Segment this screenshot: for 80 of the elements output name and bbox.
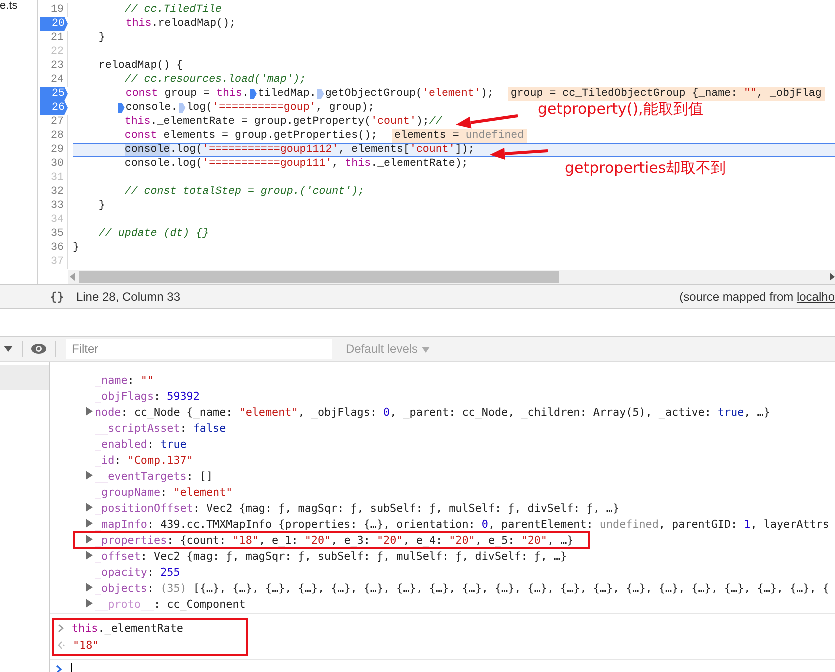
code-text: } <box>73 241 80 255</box>
annotation-text: getproperties却取不到 <box>565 159 726 178</box>
code-text: console.log('===========goup1112', elements['count']); <box>124 143 475 157</box>
line-number[interactable]: 23 <box>38 59 68 73</box>
code-text: // cc.TiledTile <box>124 3 222 17</box>
code-text: } <box>98 31 106 45</box>
inline-value: elements = undefined <box>392 129 528 143</box>
expand-arrow-icon[interactable] <box>86 534 93 544</box>
annotation-arrow <box>456 114 518 129</box>
file-tree-item[interactable]: e.ts <box>0 0 37 12</box>
property-text: _opacity: 255 <box>95 566 180 578</box>
line-number[interactable]: 29 <box>38 143 68 157</box>
property-text[interactable]: __eventTargets: [] <box>95 470 214 482</box>
expand-arrow-icon[interactable] <box>86 406 93 416</box>
expand-arrow-icon[interactable] <box>86 582 93 592</box>
prompt-chevron-icon <box>56 664 62 672</box>
annotation-text: getproperty(),能取到值 <box>538 100 704 119</box>
line-number[interactable]: 35 <box>38 227 68 241</box>
line-number[interactable]: 36 <box>38 241 68 255</box>
inline-value: group = cc_TiledObjectGroup {_name: "", _objFlag <box>508 87 825 101</box>
command-text: this._elementRate <box>72 622 184 635</box>
expand-arrow-icon[interactable] <box>86 502 93 512</box>
breakpoint-line-number[interactable]: 26 <box>40 101 68 115</box>
source-map-label: (source mapped from <box>680 290 795 304</box>
input-chevron-icon <box>58 624 64 633</box>
caret-icon <box>422 346 430 352</box>
code-text: const group = this. <box>126 87 249 101</box>
property-text[interactable]: __proto__: cc_Component <box>95 598 246 610</box>
code-text: this.reloadMap(); <box>126 17 236 31</box>
line-number[interactable]: 30 <box>38 157 68 171</box>
console-result: "18" <box>73 639 100 652</box>
inline-breakpoint-icon[interactable] <box>250 89 257 99</box>
code-text: tiledMap. <box>258 87 316 101</box>
eye-icon[interactable] <box>31 343 47 355</box>
property-text[interactable]: node: cc_Node {_name: "element", _objFlags: 0, _parent: cc_Node, _children: Array(5), _active: true, …} <box>95 406 770 418</box>
breakpoint-line-number[interactable]: 20 <box>40 17 68 31</box>
filter-field[interactable]: Filter <box>66 339 332 359</box>
property-text[interactable]: _positionOffset: Vec2 {mag: ƒ, magSqr: ƒ, subSelf: ƒ, mulSelf: ƒ, divSelf: ƒ, …} <box>95 502 620 514</box>
property-text[interactable]: _objects: (35) [{…}, {…}, {…}, {…}, {…}, {…}, {…}, {…}, {…}, {…}, {…}, {…}, {…}, {…}, {…}, {…}, {…}, {…}, {…}, { <box>95 582 830 594</box>
property-text[interactable]: _properties: {count: "18", e_1: "20", e_3: "20", e_4: "20", e_5: "20", …} <box>95 534 574 546</box>
scroll-right-icon[interactable] <box>829 272 835 282</box>
code-text: // cc.resources.load('map'); <box>124 73 306 87</box>
code-text: const elements = group.getProperties(); <box>124 129 378 143</box>
cursor-position: Line 28, Column 33 <box>76 290 181 304</box>
property-text: _enabled: true <box>95 438 187 450</box>
line-number[interactable]: 21 <box>38 31 68 45</box>
code-text: this._elementRate = group.getProperty('count');// <box>124 115 442 129</box>
property-text: _groupName: "element" <box>95 486 233 498</box>
property-text: _name: "" <box>95 374 154 386</box>
annotation-arrow <box>490 148 548 160</box>
source-link[interactable]: localho <box>796 290 835 304</box>
code-text: } <box>98 199 106 213</box>
code-text: // update (dt) {} <box>98 227 210 241</box>
inline-breakpoint-icon[interactable] <box>118 103 125 113</box>
line-number[interactable]: 32 <box>38 185 68 199</box>
log-levels-dropdown[interactable]: Default levels <box>346 342 430 356</box>
code-text: console.log('===========goup111', this._elementRate); <box>124 157 468 171</box>
property-text[interactable]: _offset: Vec2 {mag: ƒ, magSqr: ƒ, subSelf: ƒ, mulSelf: ƒ, divSelf: ƒ, …} <box>95 550 568 562</box>
pretty-print-button[interactable]: {} <box>46 290 68 304</box>
expand-arrow-icon[interactable] <box>86 598 93 608</box>
result-chevron-icon <box>58 641 65 650</box>
property-text: _id: "Comp.137" <box>95 454 194 466</box>
line-number[interactable]: 27 <box>38 115 68 129</box>
breakpoint-line-number[interactable]: 25 <box>40 87 68 101</box>
property-text: __scriptAsset: false <box>95 422 226 434</box>
line-number[interactable]: 28 <box>38 129 68 143</box>
line-number[interactable]: 33 <box>38 199 68 213</box>
sidebar-toggle-icon[interactable] <box>4 345 14 353</box>
expand-arrow-icon[interactable] <box>86 470 93 480</box>
code-text: log('==========goup', group); <box>186 101 375 115</box>
code-text: console. <box>126 101 178 115</box>
expand-arrow-icon[interactable] <box>86 518 93 528</box>
code-text: getObjectGroup('element'); <box>325 87 494 101</box>
property-text: _objFlags: 59392 <box>95 390 200 402</box>
scrollbar-thumb[interactable] <box>79 271 559 283</box>
expand-arrow-icon[interactable] <box>86 550 93 560</box>
code-text: // const totalStep = group.('count'); <box>124 185 365 199</box>
code-text: reloadMap() { <box>98 59 184 73</box>
property-text[interactable]: _mapInfo: 439.cc.TMXMapInfo {properties: {…}, orientation: 0, parentElement: undefined, parentGID: 1, layerAttrs <box>95 518 830 530</box>
horizontal-scrollbar[interactable] <box>68 270 835 284</box>
